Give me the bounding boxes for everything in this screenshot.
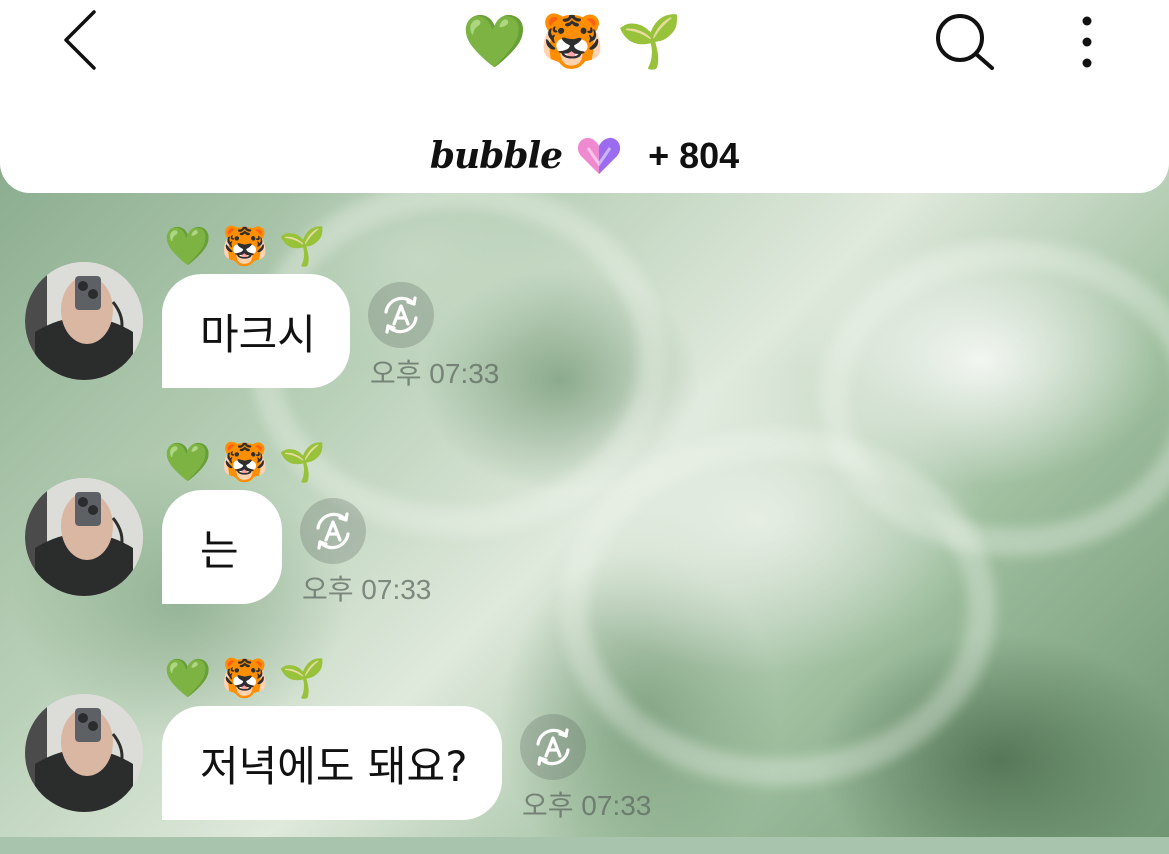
seedling-emoji: 🌱 bbox=[278, 440, 326, 484]
green-heart-emoji: 💚 bbox=[164, 656, 212, 700]
seedling-emoji: 🌱 bbox=[278, 224, 326, 268]
auto-translate-icon bbox=[316, 512, 350, 550]
message-row: 💚 🐯 🌱 저녁에도 돼요? 오후 07:33 bbox=[0, 654, 1169, 854]
avatar[interactable] bbox=[25, 478, 143, 596]
bubble-logo: bubble bbox=[429, 135, 563, 177]
chat-title: 💚 🐯 🌱 bbox=[462, 6, 682, 78]
subscriber-count: + 804 bbox=[648, 135, 740, 176]
message-row: 💚 🐯 🌱 마크시 오후 07:33 bbox=[0, 222, 1169, 422]
avatar[interactable] bbox=[25, 262, 143, 380]
green-heart-emoji: 💚 bbox=[462, 12, 527, 72]
chat-header: 💚 🐯 🌱 bubble + 804 bbox=[0, 0, 1169, 193]
translate-button[interactable] bbox=[520, 714, 586, 780]
seedling-emoji: 🌱 bbox=[617, 12, 682, 72]
chevron-left-icon bbox=[64, 10, 96, 70]
message-bubble[interactable]: 마크시 bbox=[162, 274, 350, 388]
translate-button[interactable] bbox=[368, 282, 434, 348]
back-button[interactable] bbox=[50, 8, 110, 72]
more-options-button[interactable] bbox=[1066, 10, 1108, 74]
message-timestamp: 오후 07:33 bbox=[370, 358, 500, 389]
translate-button[interactable] bbox=[300, 498, 366, 564]
message-row: 💚 🐯 🌱 는 오후 07:33 bbox=[0, 438, 1169, 638]
bubble-heart-icon bbox=[578, 137, 621, 174]
tiger-face-emoji: 🐯 bbox=[221, 224, 269, 268]
message-bubble[interactable]: 는 bbox=[162, 490, 282, 604]
avatar[interactable] bbox=[25, 694, 143, 812]
sender-name: 💚 🐯 🌱 bbox=[164, 438, 326, 486]
search-icon bbox=[936, 14, 994, 70]
auto-translate-icon bbox=[384, 296, 418, 334]
tiger-face-emoji: 🐯 bbox=[539, 12, 605, 72]
message-bubble[interactable]: 저녁에도 돼요? bbox=[162, 706, 502, 820]
tiger-face-emoji: 🐯 bbox=[221, 440, 269, 484]
message-timestamp: 오후 07:33 bbox=[302, 574, 432, 605]
message-timestamp: 오후 07:33 bbox=[522, 790, 652, 821]
sender-name: 💚 🐯 🌱 bbox=[164, 222, 326, 270]
avatar-photo bbox=[25, 478, 143, 596]
seedling-emoji: 🌱 bbox=[278, 656, 326, 700]
green-heart-emoji: 💚 bbox=[164, 224, 212, 268]
subscriber-bar: bubble + 804 bbox=[0, 126, 1169, 186]
green-heart-emoji: 💚 bbox=[164, 440, 212, 484]
auto-translate-icon bbox=[536, 728, 570, 766]
avatar-photo bbox=[25, 694, 143, 812]
search-button[interactable] bbox=[928, 8, 1000, 74]
more-vertical-icon bbox=[1082, 16, 1092, 68]
sender-name: 💚 🐯 🌱 bbox=[164, 654, 326, 702]
tiger-face-emoji: 🐯 bbox=[221, 656, 269, 700]
avatar-photo bbox=[25, 262, 143, 380]
